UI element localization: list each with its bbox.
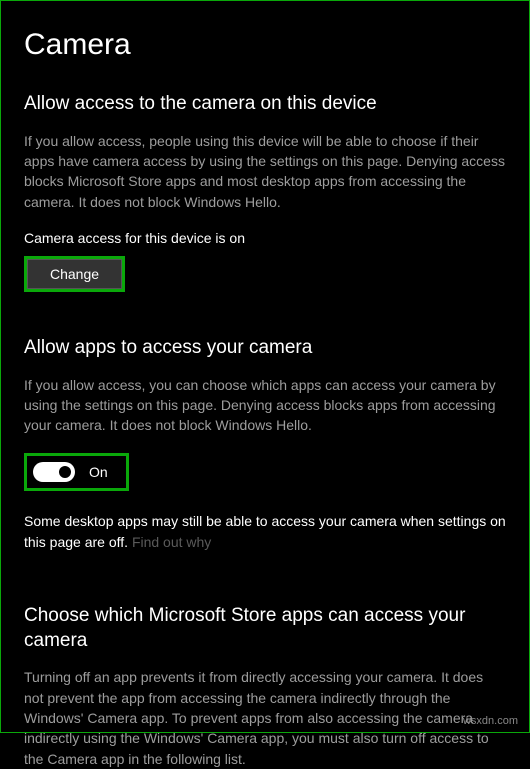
section2-body: If you allow access, you can choose whic… — [24, 375, 506, 436]
page-title: Camera — [24, 28, 506, 62]
section1-heading: Allow access to the camera on this devic… — [24, 92, 506, 117]
watermark: wsxdn.com — [463, 715, 518, 727]
toggle-state-label: On — [89, 464, 108, 480]
section3-heading: Choose which Microsoft Store apps can ac… — [24, 604, 506, 653]
find-out-why-link[interactable]: Find out why — [132, 534, 211, 550]
desktop-apps-note: Some desktop apps may still be able to a… — [24, 511, 506, 552]
camera-access-status: Camera access for this device is on — [24, 230, 506, 246]
section3-body: Turning off an app prevents it from dire… — [24, 667, 506, 768]
section1-body: If you allow access, people using this d… — [24, 131, 506, 212]
allow-apps-toggle-highlight: On — [24, 453, 129, 491]
note-text-content: Some desktop apps may still be able to a… — [24, 513, 506, 549]
change-button-highlight: Change — [24, 256, 125, 292]
allow-apps-toggle[interactable] — [33, 462, 75, 482]
change-button[interactable]: Change — [27, 259, 122, 289]
section2-heading: Allow apps to access your camera — [24, 336, 506, 361]
toggle-knob — [59, 466, 71, 478]
